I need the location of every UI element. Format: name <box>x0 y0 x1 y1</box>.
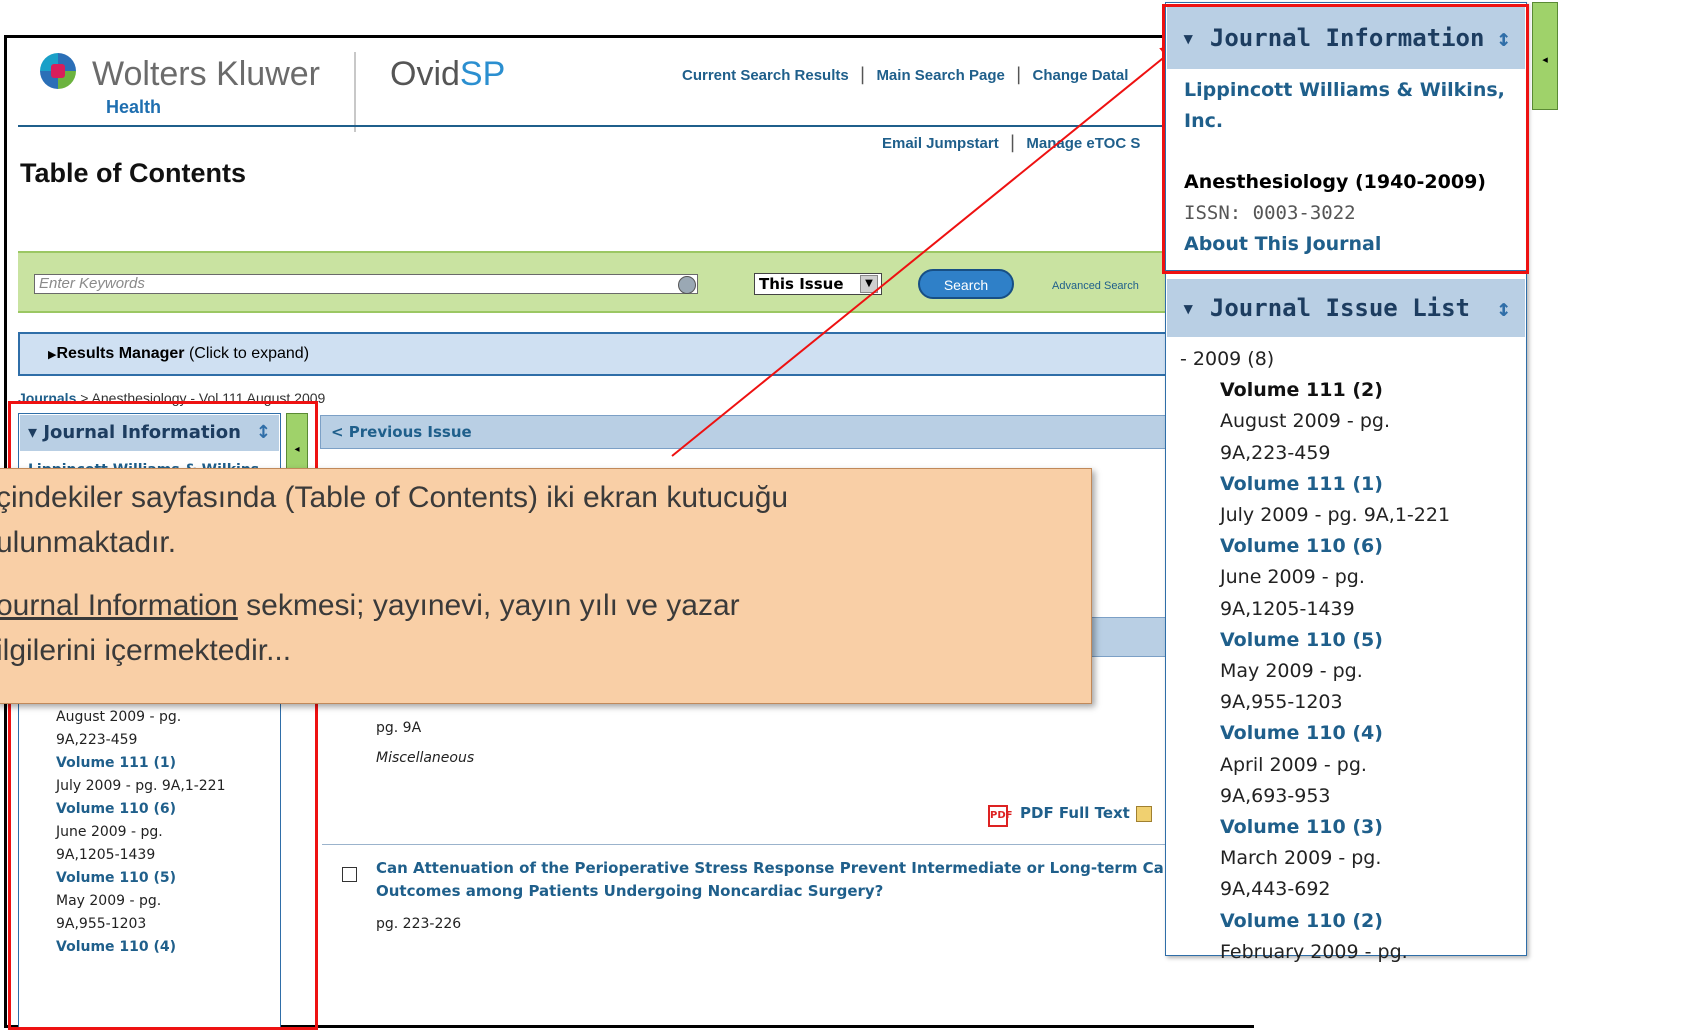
journal-issue-list-header[interactable]: ▾ Journal Issue List ↕ <box>1167 279 1525 337</box>
year-toggle[interactable]: - 2009 (8) <box>1180 344 1520 375</box>
volume-link[interactable]: Volume 110 (5) <box>1180 625 1520 656</box>
volume-link[interactable]: Volume 110 (2) <box>1180 906 1520 937</box>
issue-date: February 2009 - pg. <box>1220 940 1408 963</box>
right-issue-list: - 2009 (8) Volume 111 (2) August 2009 - p… <box>1180 344 1520 968</box>
issue-date: August 2009 - pg. <box>1220 410 1390 433</box>
issue-date: 9A,223-459 <box>1220 441 1331 464</box>
issue-date: May 2009 - pg. <box>1220 660 1363 683</box>
resize-icon[interactable]: ↕ <box>1497 279 1511 337</box>
issue-date: June 2009 - pg. <box>1220 566 1365 589</box>
issue-date: July 2009 - pg. 9A,1-221 <box>1220 504 1451 527</box>
issue-date: March 2009 - pg. <box>1220 847 1382 870</box>
highlight-journal-info <box>1162 4 1529 274</box>
issue-date: 9A,1205-1439 <box>1220 597 1355 620</box>
volume-link[interactable]: Volume 110 (6) <box>1180 531 1520 562</box>
issue-date: 9A,443-692 <box>1220 878 1331 901</box>
issue-date: 9A,693-953 <box>1220 784 1331 807</box>
right-panel-collapse-button[interactable]: ◂ <box>1532 2 1558 110</box>
volume-link[interactable]: Volume 111 (2) <box>1180 375 1520 406</box>
volume-link[interactable]: Volume 110 (3) <box>1180 812 1520 843</box>
issue-date: April 2009 - pg. <box>1220 753 1367 776</box>
volume-link[interactable]: Volume 111 (1) <box>1180 469 1520 500</box>
issue-date: 9A,955-1203 <box>1220 691 1343 714</box>
volume-link[interactable]: Volume 110 (4) <box>1180 718 1520 749</box>
